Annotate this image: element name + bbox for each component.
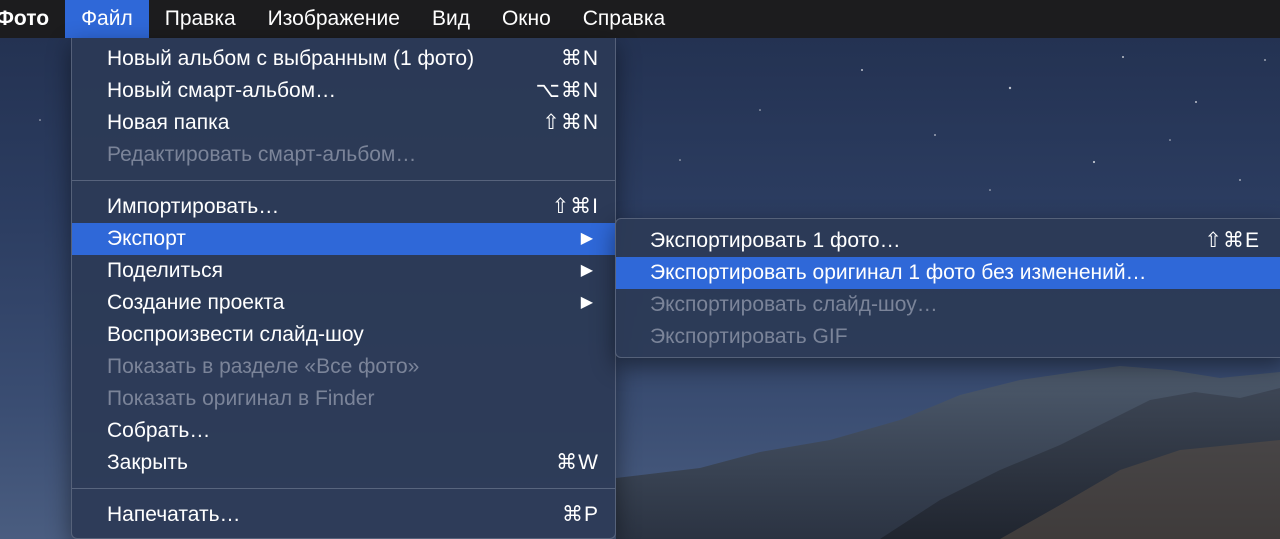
menu-item-label: Экспорт <box>107 227 186 250</box>
menu-item-label: Показать оригинал в Finder <box>107 387 375 410</box>
menu-item-close[interactable]: Закрыть ⌘W <box>72 447 615 479</box>
menu-item-new-album[interactable]: Новый альбом с выбранным (1 фото) ⌘N <box>72 43 615 75</box>
menubar-edit[interactable]: Правка <box>149 0 252 38</box>
menu-item-label: Редактировать смарт-альбом… <box>107 143 417 166</box>
menu-item-label: Закрыть <box>107 451 188 474</box>
menu-separator <box>72 488 615 489</box>
menu-item-show-original-in-finder: Показать оригинал в Finder <box>72 383 615 415</box>
menu-item-export-1-photo[interactable]: Экспортировать 1 фото… ⇧⌘E <box>616 225 1280 257</box>
menu-item-export-unmodified-original[interactable]: Экспортировать оригинал 1 фото без измен… <box>616 257 1280 289</box>
submenu-arrow-icon: ▶ <box>580 294 593 311</box>
menu-item-label: Напечатать… <box>107 503 241 526</box>
menu-item-label: Показать в разделе «Все фото» <box>107 355 420 378</box>
menu-item-shortcut: ⇧⌘N <box>542 111 599 134</box>
menubar-app-photos[interactable]: Фото <box>0 0 65 38</box>
menu-item-share[interactable]: Поделиться ▶ <box>72 255 615 287</box>
menu-item-label: Экспортировать оригинал 1 фото без измен… <box>650 261 1147 284</box>
menu-item-label: Собрать… <box>107 419 211 442</box>
submenu-arrow-icon: ▶ <box>580 262 593 279</box>
menu-item-label: Новый смарт-альбом… <box>107 79 337 102</box>
export-submenu: Экспортировать 1 фото… ⇧⌘E Экспортироват… <box>615 218 1280 358</box>
menu-item-edit-smart-album: Редактировать смарт-альбом… <box>72 139 615 171</box>
menu-item-label: Новый альбом с выбранным (1 фото) <box>107 47 475 70</box>
menu-item-show-in-all-photos: Показать в разделе «Все фото» <box>72 351 615 383</box>
menu-item-export[interactable]: Экспорт ▶ <box>72 223 615 255</box>
menu-item-create-project[interactable]: Создание проекта ▶ <box>72 287 615 319</box>
menu-item-label: Импортировать… <box>107 195 280 218</box>
menu-item-label: Экспортировать 1 фото… <box>650 229 901 252</box>
menu-item-new-smart-album[interactable]: Новый смарт-альбом… ⌥⌘N <box>72 75 615 107</box>
menu-item-play-slideshow[interactable]: Воспроизвести слайд-шоу <box>72 319 615 351</box>
menubar-image[interactable]: Изображение <box>252 0 416 38</box>
menubar-file[interactable]: Файл <box>65 0 149 38</box>
menu-item-import[interactable]: Импортировать… ⇧⌘I <box>72 191 615 223</box>
submenu-arrow-icon: ▶ <box>580 230 593 247</box>
menu-item-print[interactable]: Напечатать… ⌘P <box>72 499 615 531</box>
menubar-view[interactable]: Вид <box>416 0 486 38</box>
menubar-window[interactable]: Окно <box>486 0 567 38</box>
menu-item-shortcut: ⇧⌘E <box>1204 229 1260 252</box>
menu-item-shortcut: ⌘P <box>561 503 599 526</box>
menu-item-shortcut: ⌘W <box>556 451 599 474</box>
menu-item-shortcut: ⌥⌘N <box>535 79 599 102</box>
menu-item-export-slideshow: Экспортировать слайд-шоу… <box>616 289 1280 321</box>
menu-item-label: Новая папка <box>107 111 230 134</box>
menu-item-label: Поделиться <box>107 259 223 282</box>
menubar-help[interactable]: Справка <box>567 0 681 38</box>
file-menu: Новый альбом с выбранным (1 фото) ⌘N Нов… <box>71 38 616 539</box>
menu-item-label: Экспортировать GIF <box>650 325 848 348</box>
menu-item-shortcut: ⇧⌘I <box>551 195 599 218</box>
menu-item-label: Экспортировать слайд-шоу… <box>650 293 938 316</box>
menu-item-label: Воспроизвести слайд-шоу <box>107 323 364 346</box>
menu-separator <box>72 180 615 181</box>
menu-bar: Фото Файл Правка Изображение Вид Окно Сп… <box>0 0 1280 38</box>
menu-item-shortcut: ⌘N <box>560 47 599 70</box>
menu-item-label: Создание проекта <box>107 291 285 314</box>
menu-item-consolidate[interactable]: Собрать… <box>72 415 615 447</box>
menu-item-new-folder[interactable]: Новая папка ⇧⌘N <box>72 107 615 139</box>
menu-item-export-gif: Экспортировать GIF <box>616 321 1280 353</box>
